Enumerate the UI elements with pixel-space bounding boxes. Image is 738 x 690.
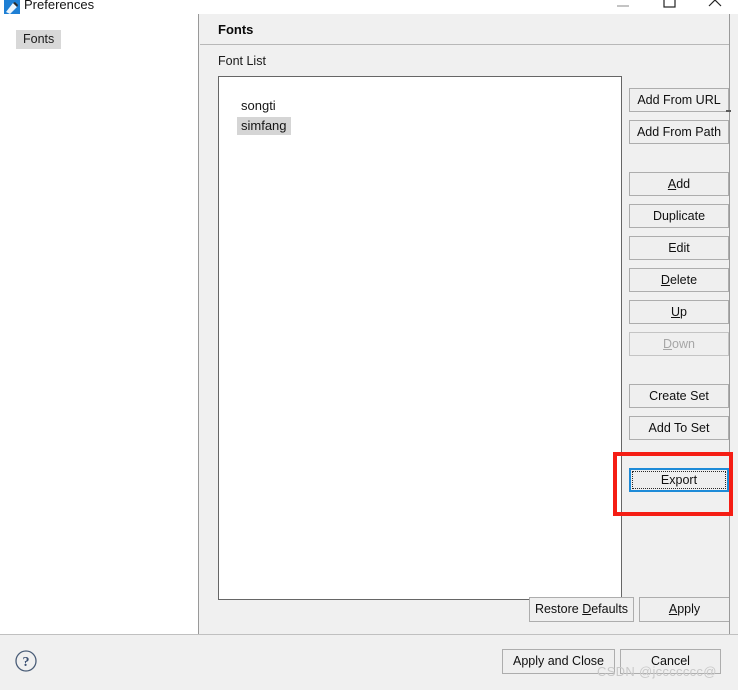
add-to-set-button[interactable]: Add To Set bbox=[629, 416, 729, 440]
list-item[interactable]: simfang bbox=[237, 117, 291, 135]
help-icon[interactable]: ? bbox=[14, 649, 38, 673]
list-item-label: simfang bbox=[241, 118, 287, 133]
sidebar-item-fonts[interactable]: Fonts bbox=[16, 30, 62, 49]
maximize-icon[interactable] bbox=[646, 0, 692, 14]
window-title: Preferences bbox=[24, 0, 95, 12]
dialog-footer: ? Apply and Close Cancel bbox=[0, 634, 738, 690]
button-label: Add From Path bbox=[636, 124, 722, 139]
button-label: Apply bbox=[668, 602, 701, 617]
font-list-label: Font List bbox=[218, 54, 266, 68]
title-bar: Preferences bbox=[0, 0, 738, 14]
button-label: Duplicate bbox=[652, 208, 706, 223]
scrollbar-notch bbox=[726, 110, 731, 112]
svg-text:?: ? bbox=[23, 655, 30, 670]
add-from-url-button[interactable]: Add From URL bbox=[629, 88, 729, 112]
up-button[interactable]: Up bbox=[629, 300, 729, 324]
button-label: Add From URL bbox=[637, 92, 721, 107]
button-label: Create Set bbox=[649, 388, 709, 403]
title-divider bbox=[200, 44, 730, 45]
minimize-icon[interactable] bbox=[600, 0, 646, 14]
button-label: Apply and Close bbox=[512, 654, 605, 669]
down-button: Down bbox=[629, 332, 729, 356]
delete-button[interactable]: Delete bbox=[629, 268, 729, 292]
button-label: Add bbox=[667, 176, 691, 191]
apply-button[interactable]: Apply bbox=[639, 597, 730, 622]
add-button[interactable]: Add bbox=[629, 172, 729, 196]
button-label: Restore Defaults bbox=[534, 602, 629, 617]
dialog-body: Fonts Fonts Font List songti simfang Add… bbox=[0, 14, 738, 634]
button-label: Export bbox=[660, 472, 698, 487]
restore-defaults-button[interactable]: Restore Defaults bbox=[529, 597, 634, 622]
close-icon[interactable] bbox=[692, 0, 738, 14]
button-label: Edit bbox=[668, 240, 690, 255]
button-label: Delete bbox=[660, 272, 698, 287]
preferences-window: Preferences Fonts Fonts Font List songti… bbox=[0, 0, 738, 690]
fonts-page: Fonts Font List songti simfang Add From … bbox=[200, 14, 733, 634]
list-item-label: songti bbox=[241, 98, 276, 113]
duplicate-button[interactable]: Duplicate bbox=[629, 204, 729, 228]
page-title: Fonts bbox=[218, 22, 254, 37]
edit-button[interactable]: Edit bbox=[629, 236, 729, 260]
watermark: CSDN @jccccccc@ bbox=[597, 664, 717, 679]
add-from-path-button[interactable]: Add From Path bbox=[629, 120, 729, 144]
pane-scroll-seam bbox=[729, 14, 730, 634]
preferences-tree: Fonts bbox=[0, 14, 199, 634]
button-label: Add To Set bbox=[648, 420, 710, 435]
list-item[interactable]: songti bbox=[237, 97, 280, 115]
button-label: Down bbox=[663, 336, 695, 351]
sidebar-item-label: Fonts bbox=[23, 32, 55, 46]
create-set-button[interactable]: Create Set bbox=[629, 384, 729, 408]
app-icon bbox=[4, 0, 20, 14]
button-label: Up bbox=[671, 304, 687, 319]
font-list[interactable]: songti simfang bbox=[218, 76, 622, 600]
export-button[interactable]: Export bbox=[629, 468, 729, 492]
